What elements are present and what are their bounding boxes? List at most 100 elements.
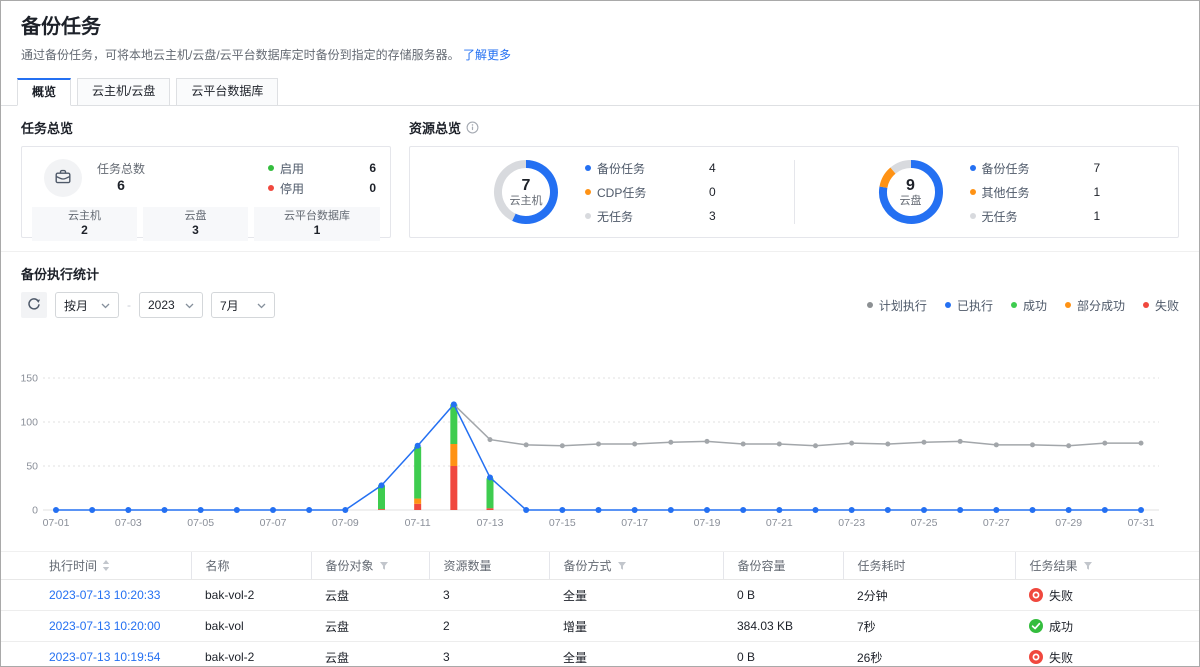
task-result-cell: 成功	[1029, 611, 1199, 641]
backup-object-cell: 云盘	[311, 580, 429, 611]
duration-cell: 7秒	[843, 611, 1015, 642]
month-select-value: 7月	[220, 297, 247, 314]
execution-time-link[interactable]: 2023-07-13 10:20:00	[49, 619, 160, 633]
donut-label: 云盘	[900, 195, 922, 208]
task-total: 任务总数 6	[97, 162, 145, 194]
column-label: 任务耗时	[858, 557, 906, 574]
chart-legend: 计划执行 已执行 成功 部分成功 失败	[867, 297, 1179, 314]
svg-text:07-05: 07-05	[187, 517, 214, 529]
column-header[interactable]: 执行时间	[1, 552, 191, 580]
refresh-button[interactable]	[21, 292, 47, 318]
svg-text:07-01: 07-01	[43, 517, 70, 529]
chart-legend-item[interactable]: 计划执行	[867, 297, 927, 314]
backup-records-table: 执行时间 名称备份对象 资源数量备份方式 备份容量 任务耗时 任务结果 2023-07-1…	[1, 551, 1199, 667]
column-header[interactable]: 备份方式	[549, 552, 723, 580]
resource-overview-title-text: 资源总览	[409, 118, 461, 137]
execution-time-link[interactable]: 2023-07-13 10:20:33	[49, 588, 160, 602]
sort-icon[interactable]	[102, 560, 110, 571]
year-select[interactable]: 2023	[139, 292, 203, 318]
task-result-cell: 失败	[1029, 580, 1199, 610]
task-type-box[interactable]: 云主机2	[32, 207, 137, 241]
legend-dot-icon	[970, 165, 976, 171]
column-header[interactable]: 备份容量	[723, 552, 843, 580]
legend-label: 无任务	[597, 208, 633, 225]
column-header[interactable]: 任务结果	[1015, 552, 1199, 580]
column-header[interactable]: 名称	[191, 552, 311, 580]
task-type-value: 1	[254, 223, 380, 238]
filter-icon[interactable]	[1083, 561, 1093, 571]
duration-cell: 2分钟	[843, 580, 1015, 611]
backup-method-cell: 全量	[549, 580, 723, 611]
column-label: 任务结果	[1030, 557, 1078, 574]
period-select[interactable]: 按月	[55, 292, 119, 318]
legend-label: 已执行	[957, 297, 993, 314]
task-overview-section: 任务总览 任务总数 6	[21, 118, 391, 238]
legend-dot-icon	[970, 189, 976, 195]
column-label: 执行时间	[49, 557, 97, 574]
donut-center: 7云主机	[490, 156, 562, 228]
resource-overview-title: 资源总览	[409, 118, 1179, 137]
chart-legend-item[interactable]: 已执行	[945, 297, 993, 314]
column-label: 备份容量	[738, 557, 786, 574]
task-overview-panel: 任务总数 6 启用6停用0 云主机2云盘3云平台数据库1	[21, 146, 391, 238]
backup-method-cell: 全量	[549, 642, 723, 667]
learn-more-link[interactable]: 了解更多	[463, 48, 511, 62]
backup-chart: 05010015007-0107-0307-0507-0707-0907-110…	[21, 368, 1179, 539]
legend-label: 无任务	[982, 208, 1018, 225]
chart-legend-item[interactable]: 部分成功	[1065, 297, 1125, 314]
legend-dot-icon	[585, 189, 591, 195]
legend-dot-icon	[585, 165, 591, 171]
donut-legend-row: 无任务 3	[585, 208, 727, 225]
column-header[interactable]: 备份对象	[311, 552, 429, 580]
backup-object-cell: 云盘	[311, 611, 429, 642]
legend-value: 3	[709, 209, 727, 223]
task-icon-circle	[44, 159, 82, 197]
backup-size-cell: 0 B	[723, 642, 843, 667]
filter-icon[interactable]	[379, 561, 389, 571]
success-icon	[1029, 619, 1043, 633]
tab[interactable]: 云平台数据库	[176, 78, 278, 106]
resource-donut-group: 9云盘备份任务7其他任务1无任务1	[795, 156, 1179, 228]
svg-text:07-31: 07-31	[1128, 517, 1155, 529]
chart-legend-item[interactable]: 失败	[1143, 297, 1179, 314]
stats-controls: 按月 - 2023 7月 计划执行已执行成功部分成功失败	[21, 292, 1179, 318]
donut-chart: 9云盘	[875, 156, 947, 228]
column-label: 备份方式	[564, 557, 612, 574]
period-select-value: 按月	[64, 297, 91, 314]
chart-legend-item[interactable]: 成功	[1011, 297, 1047, 314]
briefcase-icon	[54, 168, 72, 189]
table-header-row: 执行时间 名称备份对象 资源数量备份方式 备份容量 任务耗时 任务结果	[1, 552, 1199, 580]
resource-count-cell: 2	[429, 611, 549, 642]
tab[interactable]: 概览	[17, 78, 71, 106]
status-dot-icon	[268, 185, 274, 191]
month-select[interactable]: 7月	[211, 292, 275, 318]
task-overview-top: 任务总数 6 启用6停用0	[32, 156, 380, 200]
legend-value: 0	[709, 185, 727, 199]
backup-stats-title: 备份执行统计	[21, 264, 1179, 283]
legend-label: 计划执行	[879, 297, 927, 314]
svg-text:07-09: 07-09	[332, 517, 359, 529]
info-icon[interactable]	[466, 121, 479, 134]
column-label: 备份对象	[326, 557, 374, 574]
svg-text:07-27: 07-27	[983, 517, 1010, 529]
column-header[interactable]: 资源数量	[429, 552, 549, 580]
svg-text:100: 100	[21, 417, 38, 429]
svg-text:150: 150	[21, 373, 38, 385]
page-description: 通过备份任务，可将本地云主机/云盘/云平台数据库定时备份到指定的存储服务器。 了…	[21, 47, 1179, 63]
resource-overview-section: 资源总览 7云主机备份任务4CDP任务0无任务39云盘备份任务7其他任务1无任务…	[409, 118, 1179, 238]
svg-text:07-17: 07-17	[621, 517, 648, 529]
tab[interactable]: 云主机/云盘	[77, 78, 170, 106]
svg-text:50: 50	[26, 461, 38, 473]
task-type-boxes: 云主机2云盘3云平台数据库1	[32, 207, 380, 241]
backup-method-cell: 增量	[549, 611, 723, 642]
task-type-box[interactable]: 云平台数据库1	[254, 207, 380, 241]
status-label: 停用	[280, 180, 304, 197]
legend-dot-icon	[1065, 302, 1071, 308]
execution-time-link[interactable]: 2023-07-13 10:19:54	[49, 650, 160, 664]
status-value: 6	[369, 161, 376, 175]
legend-label: 部分成功	[1077, 297, 1125, 314]
column-header[interactable]: 任务耗时	[843, 552, 1015, 580]
svg-text:07-07: 07-07	[260, 517, 287, 529]
task-type-box[interactable]: 云盘3	[143, 207, 248, 241]
filter-icon[interactable]	[617, 561, 627, 571]
